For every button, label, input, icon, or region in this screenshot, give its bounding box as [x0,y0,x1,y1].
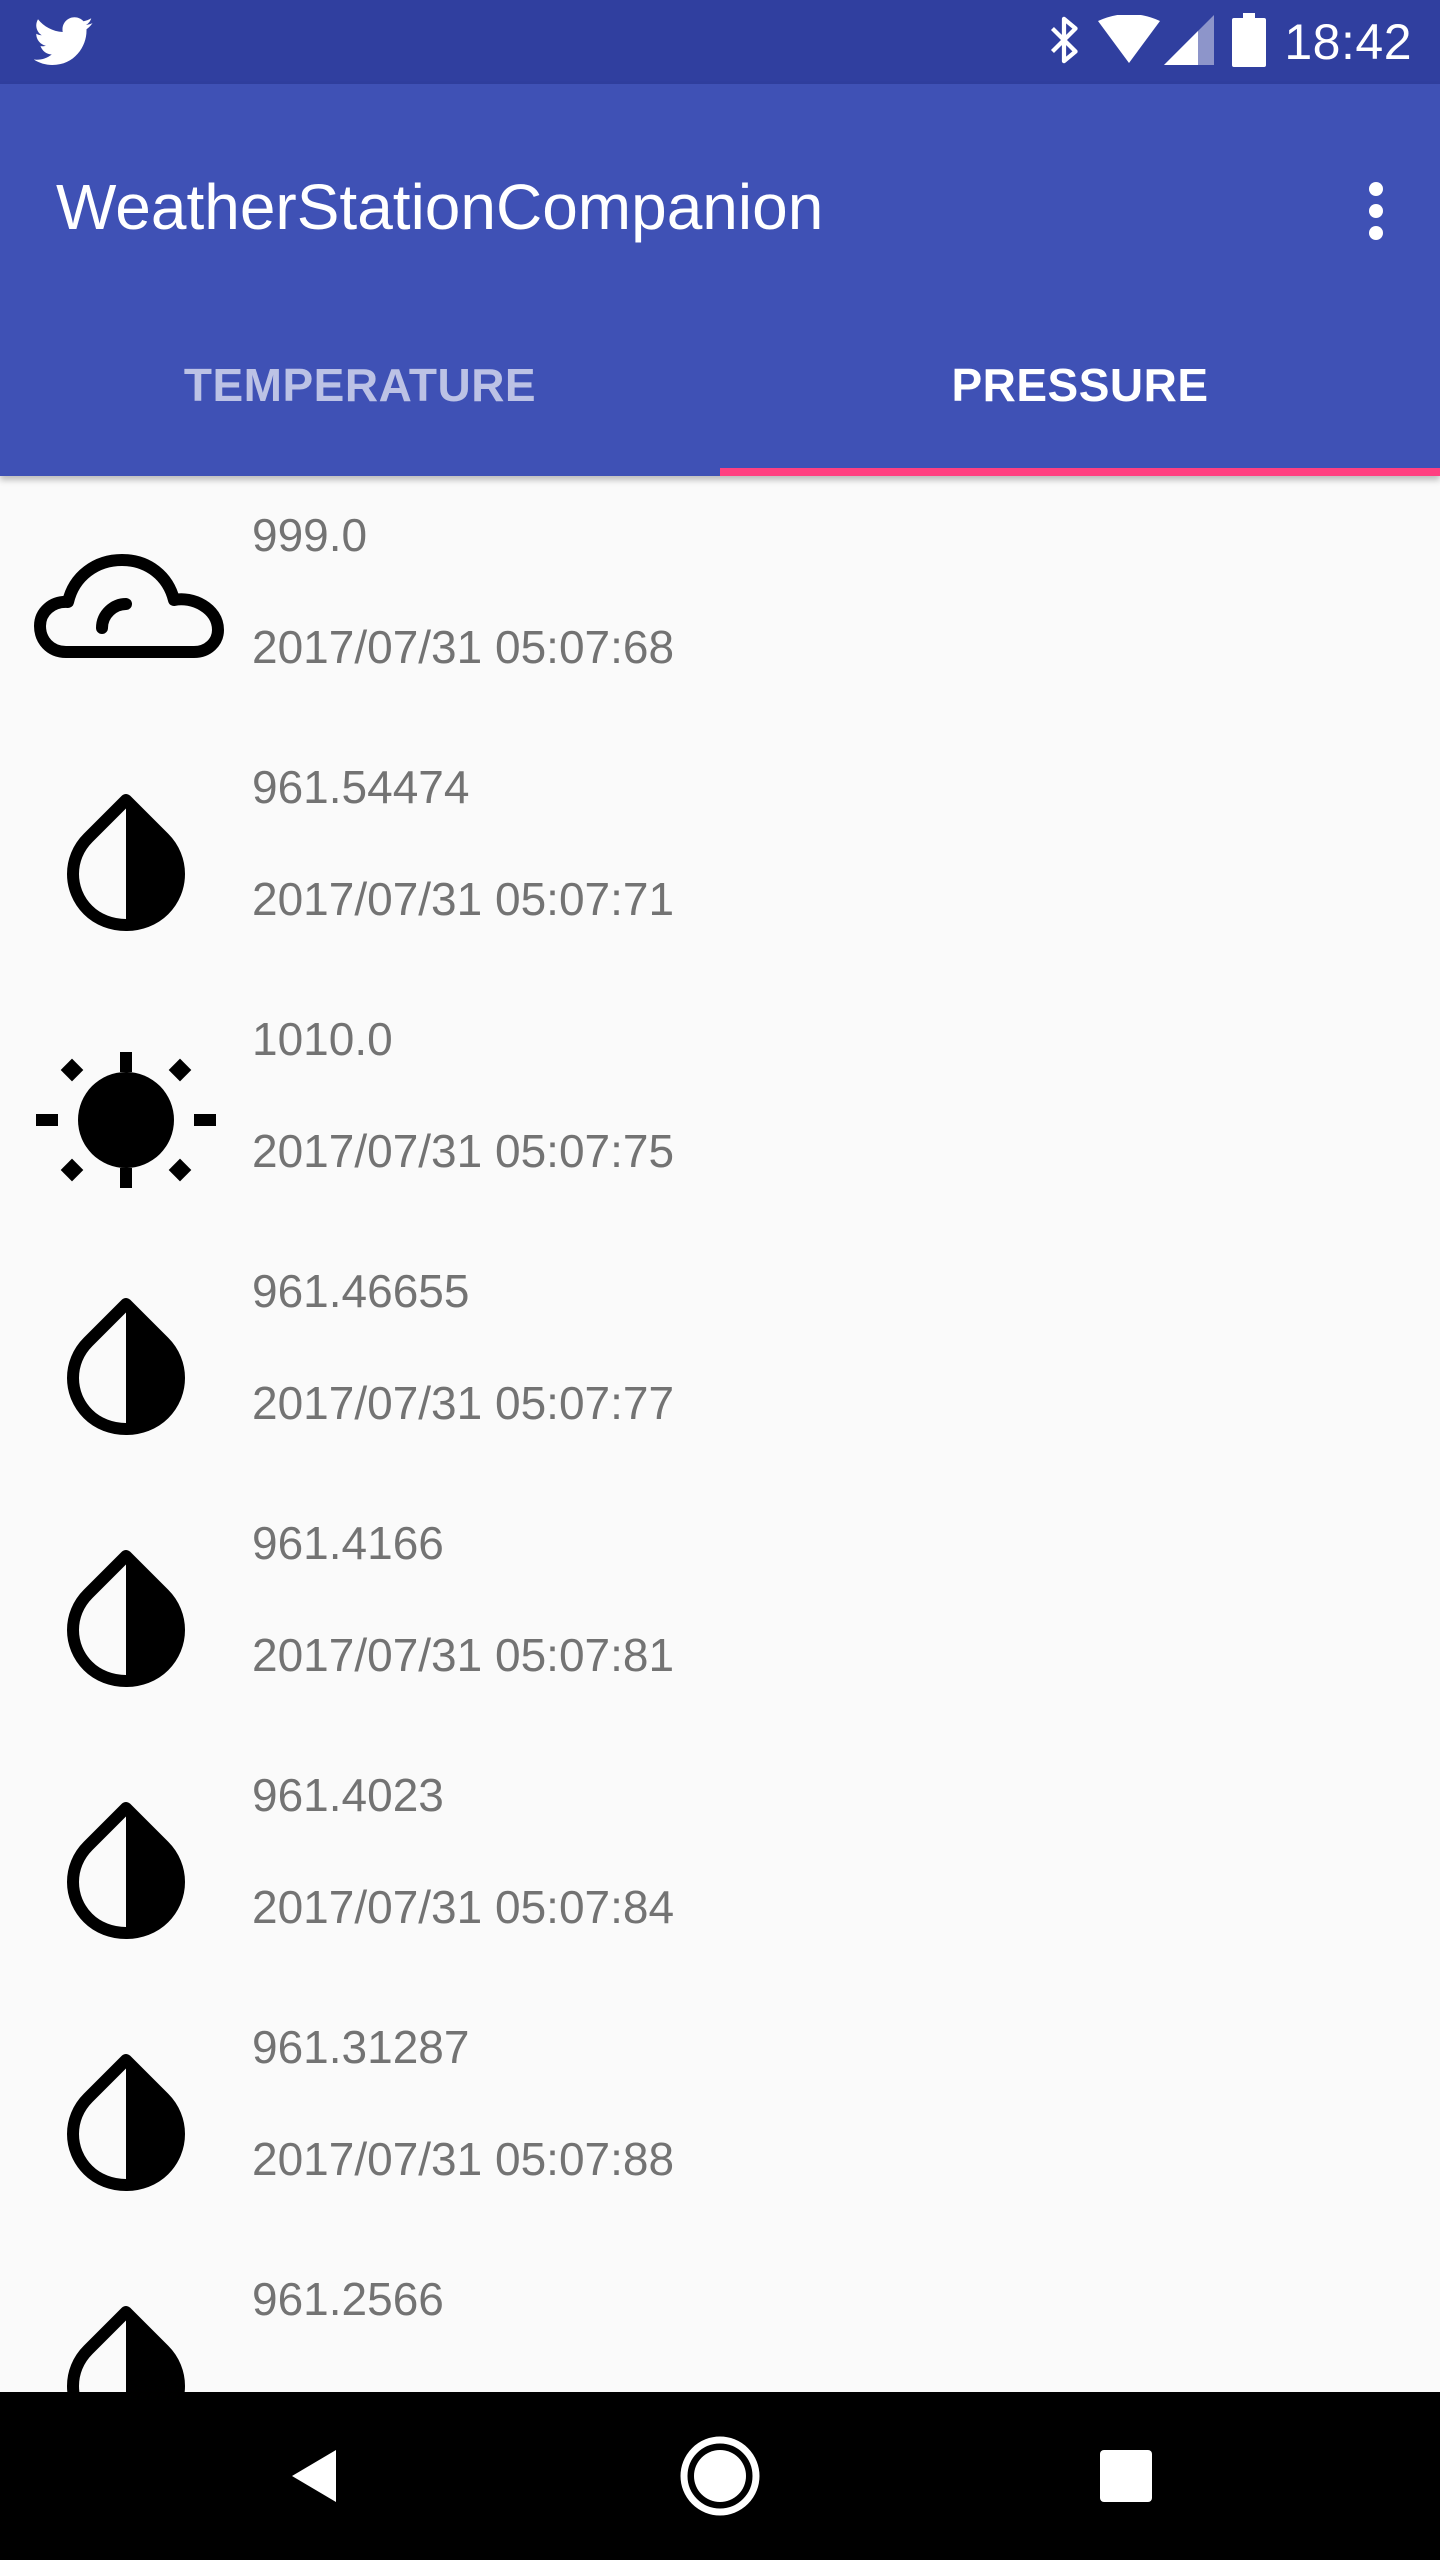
bluetooth-icon [1048,15,1080,70]
list-item[interactable]: 1010.0 2017/07/31 05:07:75 [0,980,1440,1232]
more-options-button[interactable] [1346,166,1406,256]
tab-bar: TEMPERATURE PRESSURE [0,294,1440,476]
drop-icon [22,2280,230,2392]
reading-timestamp: 2017/07/31 05:07:81 [252,1629,675,1681]
drop-icon [22,2028,230,2208]
recents-button[interactable] [1076,2426,1176,2526]
drop-icon [22,1524,230,1704]
list-item[interactable]: 961.4023 2017/07/31 05:07:84 [0,1736,1440,1988]
cell-signal-icon [1164,14,1215,70]
tab-indicator [720,468,1440,476]
status-time: 18:42 [1284,14,1412,70]
list-item[interactable]: 999.0 2017/07/31 05:07:68 [0,476,1440,728]
drop-icon [22,1776,230,1956]
tab-pressure[interactable]: PRESSURE [720,294,1440,476]
sun-icon [22,1020,230,1200]
app-title: WeatherStationCompanion [56,171,824,243]
reading-value: 961.2566 [252,2273,444,2325]
list-item[interactable]: 961.4166 2017/07/31 05:07:81 [0,1484,1440,1736]
list-item[interactable]: 961.54474 2017/07/31 05:07:71 [0,728,1440,980]
battery-icon [1232,12,1267,72]
reading-value: 999.0 [252,509,368,561]
reading-value: 961.46655 [252,1265,470,1317]
tab-label: TEMPERATURE [183,359,537,411]
reading-timestamp: 2017/07/31 05:07:71 [252,873,675,925]
reading-timestamp: 2017/07/31 05:07:68 [252,621,675,673]
tab-label: PRESSURE [951,359,1209,411]
home-icon [680,2436,760,2516]
home-button[interactable] [670,2426,770,2526]
readings-list[interactable]: 999.0 2017/07/31 05:07:68 961.54474 2017… [0,476,1440,2392]
app-bar: WeatherStationCompanion TEMPERATURE PRES… [0,84,1440,476]
list-item[interactable]: 961.2566 [0,2240,1440,2392]
back-icon [292,2450,336,2502]
tab-temperature[interactable]: TEMPERATURE [0,294,720,476]
reading-value: 961.4166 [252,1517,444,1569]
recents-icon [1100,2450,1152,2502]
list-item[interactable]: 961.46655 2017/07/31 05:07:77 [0,1232,1440,1484]
drop-icon [22,768,230,948]
status-icons: 18:42 [1048,0,1412,84]
reading-value: 961.54474 [252,761,470,813]
navigation-bar [0,2392,1440,2560]
wifi-icon [1098,13,1161,70]
reading-value: 1010.0 [252,1013,393,1065]
back-button[interactable] [264,2426,364,2526]
reading-timestamp: 2017/07/31 05:07:77 [252,1377,675,1429]
reading-timestamp: 2017/07/31 05:07:75 [252,1125,675,1177]
twitter-icon [33,14,94,70]
reading-value: 961.31287 [252,2021,470,2073]
reading-timestamp: 2017/07/31 05:07:88 [252,2133,675,2185]
cloud-icon [22,516,230,696]
drop-icon [22,1272,230,1452]
reading-value: 961.4023 [252,1769,444,1821]
status-bar: 18:42 [0,0,1440,84]
screen: 18:42 WeatherStationCompanion TEMPERATUR… [0,0,1440,2560]
more-vert-icon [1369,182,1383,240]
reading-timestamp: 2017/07/31 05:07:84 [252,1881,675,1933]
list-item[interactable]: 961.31287 2017/07/31 05:07:88 [0,1988,1440,2240]
